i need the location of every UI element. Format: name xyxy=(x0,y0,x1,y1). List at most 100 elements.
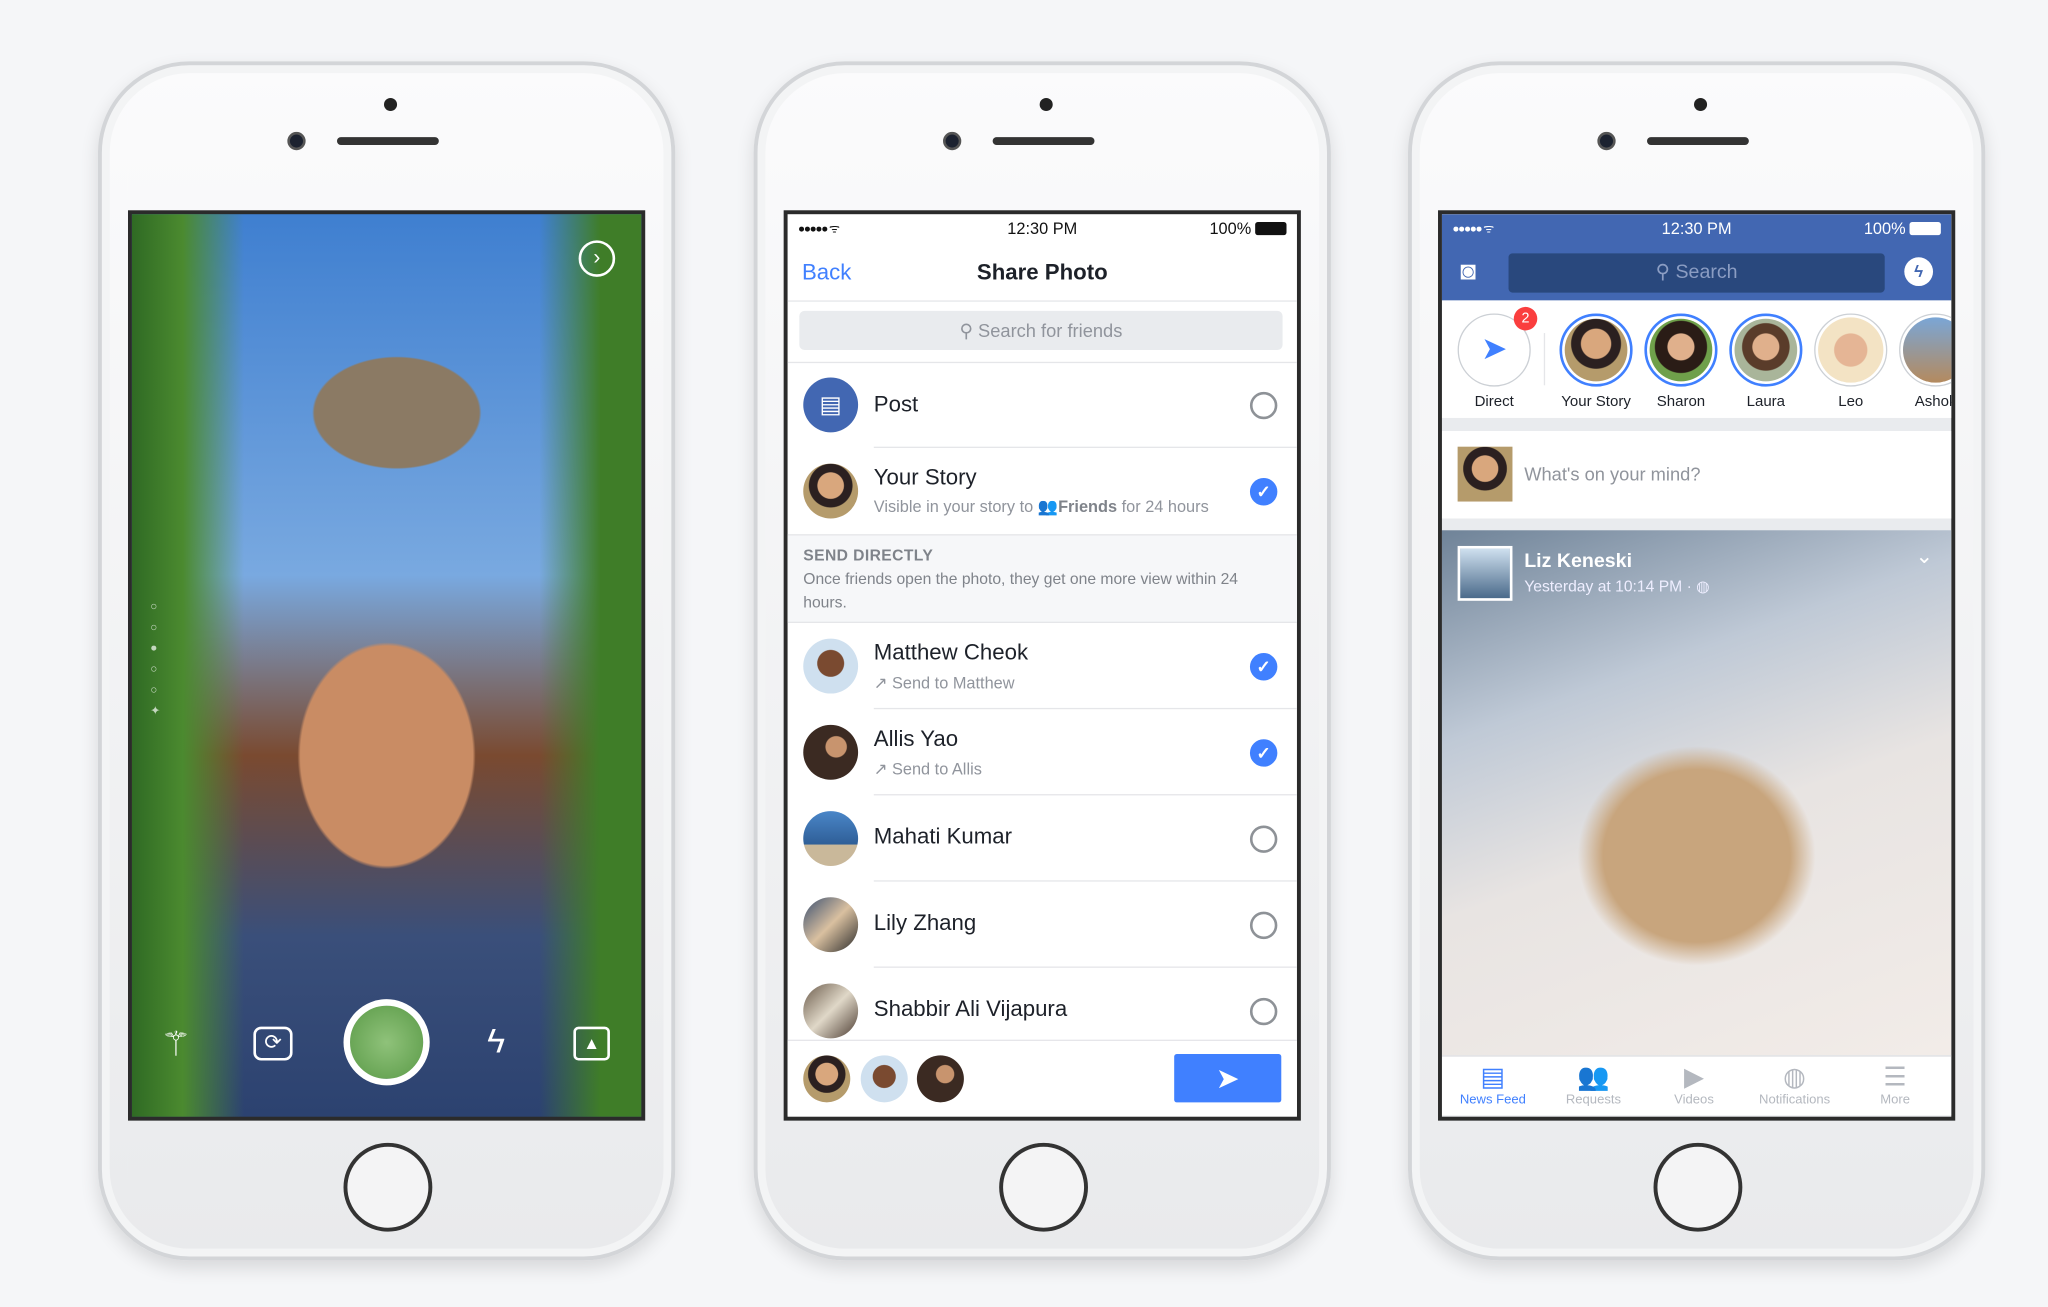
friend-checkbox[interactable] xyxy=(1249,997,1278,1026)
send-hint-text: Send to Allis xyxy=(892,760,982,779)
divider xyxy=(787,300,1297,302)
friend-checkbox[interactable] xyxy=(1249,911,1278,940)
magic-wand-icon[interactable]: ⚚ xyxy=(161,1024,191,1064)
story-label: Direct xyxy=(1474,394,1514,411)
friend-row[interactable]: Allis Yao ↗ Send to Allis ✓ xyxy=(788,709,1297,796)
tab-videos[interactable]: ▶ Videos xyxy=(1644,1062,1743,1108)
front-camera xyxy=(1597,131,1616,151)
speaker xyxy=(1646,137,1749,145)
story-direct[interactable]: ➤ 2 Direct xyxy=(1456,306,1538,411)
tab-label: Videos xyxy=(1674,1093,1714,1108)
battery: 100% xyxy=(1864,219,1941,238)
avatar xyxy=(803,983,859,1039)
home-button[interactable] xyxy=(1653,1142,1743,1232)
friend-checkbox[interactable] xyxy=(1249,825,1278,853)
selected-avatar[interactable] xyxy=(803,1055,851,1103)
next-arrow-icon[interactable]: › xyxy=(578,240,616,277)
tab-notifications[interactable]: ◍ Notifications xyxy=(1745,1062,1844,1107)
section-description: Once friends open the photo, they get on… xyxy=(803,569,1239,612)
story-label: Sharon xyxy=(1656,394,1706,411)
friend-name: Mahati Kumar xyxy=(873,824,1013,849)
option-post[interactable]: ▤ Post xyxy=(788,362,1297,448)
friends-icon: 👥 xyxy=(1037,497,1059,516)
post-author[interactable]: Liz Keneski xyxy=(1524,550,1632,572)
post-radio[interactable] xyxy=(1249,391,1278,420)
header: ●●●●● ᯤ 12:30 PM 100% ◙ ⚲ Search ϟ xyxy=(1441,214,1952,301)
battery-icon xyxy=(1909,222,1941,236)
story-label: Your Story xyxy=(1561,394,1631,411)
sensor xyxy=(1039,97,1053,112)
stories-tray: ➤ 2 Direct Your Story Sharon Laura Leo Ash… xyxy=(1441,300,1952,418)
notification-badge: 2 xyxy=(1513,306,1538,331)
tab-more[interactable]: ☰ More xyxy=(1846,1062,1945,1107)
friend-row[interactable]: Mahati Kumar xyxy=(788,795,1297,882)
search-input[interactable]: ⚲ Search xyxy=(1508,253,1885,293)
camera-viewfinder[interactable]: › ○ ○ ● ○ ○ ✦ ⚚ ⟳ ϟ ▲ xyxy=(131,214,642,1117)
home-button[interactable] xyxy=(343,1142,433,1232)
author-avatar[interactable] xyxy=(1457,545,1513,601)
friend-row[interactable]: Matthew Cheok ↗ Send to Matthew ✓ xyxy=(788,623,1297,710)
avatar xyxy=(803,724,859,780)
battery: 100% xyxy=(1209,219,1287,238)
option-label: Your Story xyxy=(873,464,977,490)
tab-bar: ▤ News Feed 👥 Requests ▶ Videos ◍ Notificati… xyxy=(1441,1055,1952,1116)
friend-row[interactable]: Lily Zhang xyxy=(788,882,1297,968)
story-sharon[interactable]: Sharon xyxy=(1643,313,1719,410)
camera-icon[interactable]: ◙ xyxy=(1460,257,1476,287)
filter-dots[interactable]: ○ ○ ● ○ ○ ✦ xyxy=(150,596,160,721)
selected-avatar[interactable] xyxy=(916,1055,964,1103)
composer-placeholder: What's on your mind? xyxy=(1524,463,1701,485)
friend-name: Shabbir Ali Vijapura xyxy=(873,996,1068,1022)
story-ashok[interactable]: Ashok xyxy=(1898,313,1952,410)
menu-icon: ☰ xyxy=(1883,1063,1907,1092)
shutter-button[interactable] xyxy=(343,999,430,1086)
send-button[interactable]: ➤ xyxy=(1174,1054,1282,1103)
avatar xyxy=(803,811,859,866)
selected-avatar[interactable] xyxy=(860,1055,908,1103)
news-feed-icon: ▤ xyxy=(1480,1063,1506,1092)
story-label: Laura xyxy=(1746,394,1786,411)
selection-bar: ➤ xyxy=(787,1039,1297,1116)
feed-screen: ●●●●● ᯤ 12:30 PM 100% ◙ ⚲ Search ϟ ➤ 2 Dir… xyxy=(1438,210,1956,1121)
story-your-story[interactable]: Your Story xyxy=(1558,313,1634,410)
story-leo[interactable]: Leo xyxy=(1813,313,1889,410)
friend-name: Allis Yao xyxy=(873,726,959,752)
avatar xyxy=(1649,318,1713,382)
direct-icon: ➤ xyxy=(1481,331,1508,368)
avatar xyxy=(1734,318,1798,382)
friend-checkbox[interactable]: ✓ xyxy=(1249,653,1278,681)
speaker xyxy=(336,137,439,145)
front-camera xyxy=(943,131,962,151)
globe-icon: ◍ xyxy=(1783,1063,1806,1092)
phone-feed: ●●●●● ᯤ 12:30 PM 100% ◙ ⚲ Search ϟ ➤ 2 Dir… xyxy=(1407,61,1986,1261)
home-button[interactable] xyxy=(999,1142,1088,1232)
visibility-suffix: for 24 hours xyxy=(1121,497,1209,516)
feed-post[interactable]: Liz Keneski Yesterday at 10:14 PM · ◍ ⌄ xyxy=(1441,530,1952,1056)
sensor xyxy=(383,97,398,112)
search-input[interactable]: ⚲ Search for friends xyxy=(799,310,1283,351)
send-arrow-icon: ↗ xyxy=(873,673,893,693)
flip-camera-icon[interactable]: ⟳ xyxy=(253,1026,293,1061)
globe-icon: ◍ xyxy=(1696,577,1710,596)
your-story-checkbox[interactable]: ✓ xyxy=(1249,478,1278,506)
option-your-story[interactable]: Your Story Visible in your story to 👥Fri… xyxy=(788,448,1297,534)
page-title: Share Photo xyxy=(976,259,1108,285)
story-label: Leo xyxy=(1838,394,1864,411)
gallery-icon[interactable]: ▲ xyxy=(573,1026,610,1061)
messenger-icon[interactable]: ϟ xyxy=(1904,257,1934,287)
composer[interactable]: What's on your mind? xyxy=(1441,431,1952,519)
battery-icon xyxy=(1255,222,1287,236)
chevron-down-icon[interactable]: ⌄ xyxy=(1916,543,1934,569)
avatar xyxy=(803,897,859,953)
tab-requests[interactable]: 👥 Requests xyxy=(1544,1062,1643,1107)
phone-camera: › ○ ○ ● ○ ○ ✦ ⚚ ⟳ ϟ ▲ xyxy=(97,61,676,1261)
story-laura[interactable]: Laura xyxy=(1728,313,1804,410)
flash-off-icon[interactable]: ϟ xyxy=(487,1021,505,1061)
friend-name: Matthew Cheok xyxy=(873,639,1029,665)
send-arrow-icon: ↗ xyxy=(873,760,893,779)
tab-news-feed[interactable]: ▤ News Feed xyxy=(1443,1062,1542,1107)
friend-checkbox[interactable]: ✓ xyxy=(1249,739,1278,767)
post-meta: Yesterday at 10:14 PM · ◍ xyxy=(1524,577,1710,595)
friend-send-hint: ↗ Send to Allis xyxy=(873,759,982,779)
search-icon: ⚲ xyxy=(959,319,979,341)
